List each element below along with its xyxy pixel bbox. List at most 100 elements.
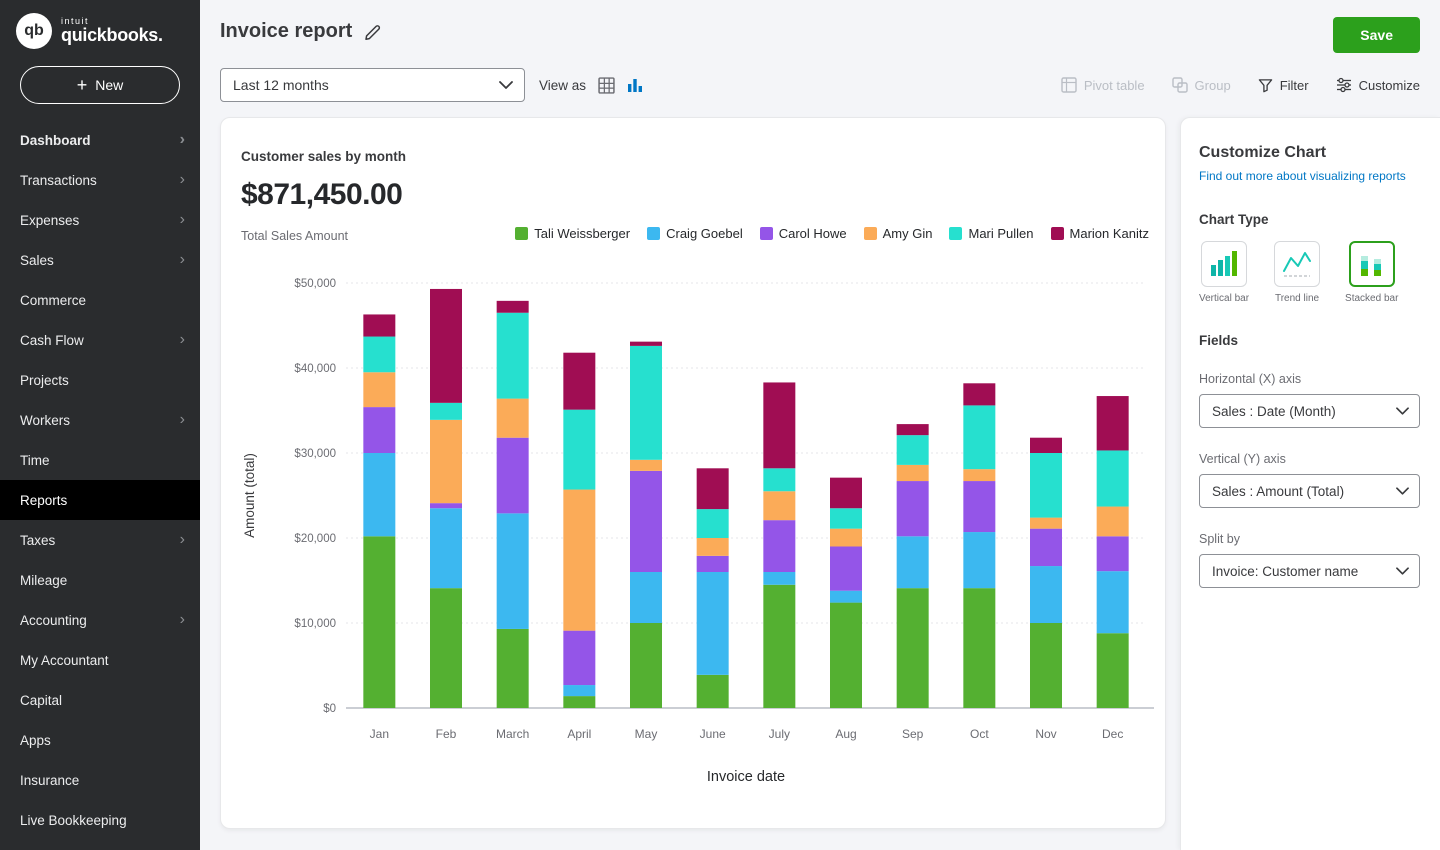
bar-segment: [697, 675, 729, 708]
bar-segment: [1097, 536, 1129, 571]
bar-segment: [430, 503, 462, 508]
bar-segment: [1097, 396, 1129, 450]
sidebar-item-label: Dashboard: [20, 133, 91, 148]
legend-swatch: [864, 227, 877, 240]
sidebar-item-capital[interactable]: Capital: [0, 680, 200, 720]
bar-segment: [897, 424, 929, 435]
svg-text:$0: $0: [323, 703, 336, 715]
filter-label: Filter: [1280, 78, 1309, 93]
period-select[interactable]: Last 12 months: [220, 68, 525, 102]
bar-segment: [697, 572, 729, 675]
sidebar-item-expenses[interactable]: Expenses›: [0, 200, 200, 240]
sidebar-item-mileage[interactable]: Mileage: [0, 560, 200, 600]
bar-segment: [897, 481, 929, 536]
sidebar-item-accounting[interactable]: Accounting›: [0, 600, 200, 640]
sidebar-item-reports[interactable]: Reports: [0, 480, 200, 520]
svg-text:$10,000: $10,000: [294, 618, 336, 630]
bar-segment: [830, 603, 862, 708]
chart-type-vertical-bar[interactable]: Vertical bar: [1199, 241, 1249, 304]
split-by-select[interactable]: Invoice: Customer name: [1199, 554, 1420, 588]
visualizing-reports-link[interactable]: Find out more about visualizing reports: [1199, 169, 1420, 183]
sidebar-item-apps[interactable]: Apps: [0, 720, 200, 760]
chart-view-icon[interactable]: [627, 77, 643, 93]
legend-item: Craig Goebel: [647, 226, 743, 241]
customize-label: Customize: [1359, 78, 1420, 93]
edit-title-icon[interactable]: [363, 23, 382, 42]
bar-segment: [563, 353, 595, 410]
svg-text:Jan: Jan: [370, 727, 389, 741]
svg-text:Feb: Feb: [436, 727, 457, 741]
sidebar-item-label: Mileage: [20, 573, 67, 588]
sidebar-item-cash-flow[interactable]: Cash Flow›: [0, 320, 200, 360]
customize-button[interactable]: Customize: [1336, 77, 1420, 93]
customer-sales-chart: $0$10,000$20,000$30,000$40,000$50,000Jan…: [221, 258, 1167, 818]
chevron-down-icon: [499, 81, 513, 89]
svg-text:Nov: Nov: [1035, 727, 1056, 741]
x-axis-select[interactable]: Sales : Date (Month): [1199, 394, 1420, 428]
bar-segment: [763, 520, 795, 572]
sidebar-item-commerce[interactable]: Commerce: [0, 280, 200, 320]
sidebar-item-label: Time: [20, 453, 50, 468]
sidebar-item-dashboard[interactable]: Dashboard›: [0, 120, 200, 160]
total-sales-amount: $871,450.00: [241, 178, 402, 212]
legend-swatch: [760, 227, 773, 240]
filter-button[interactable]: Filter: [1258, 78, 1309, 93]
bar-segment: [563, 696, 595, 708]
sidebar-item-projects[interactable]: Projects: [0, 360, 200, 400]
bar-segment: [563, 410, 595, 490]
legend-swatch: [515, 227, 528, 240]
group-button: Group: [1172, 77, 1231, 93]
total-sales-label: Total Sales Amount: [241, 229, 348, 243]
chevron-right-icon: ›: [180, 172, 185, 188]
bar-segment: [630, 623, 662, 708]
svg-text:Dec: Dec: [1102, 727, 1123, 741]
sidebar-item-insurance[interactable]: Insurance: [0, 760, 200, 800]
svg-text:Sep: Sep: [902, 727, 924, 741]
legend-item: Marion Kanitz: [1051, 226, 1149, 241]
bar-segment: [1030, 438, 1062, 453]
bar-segment: [1030, 566, 1062, 623]
bar-segment: [563, 631, 595, 685]
sidebar-item-transactions[interactable]: Transactions›: [0, 160, 200, 200]
sidebar-item-my-accountant[interactable]: My Accountant: [0, 640, 200, 680]
sidebar-item-workers[interactable]: Workers›: [0, 400, 200, 440]
chart-card: Customer sales by month $871,450.00 Tota…: [220, 117, 1166, 829]
bar-segment: [497, 301, 529, 313]
vertical-bar-icon: [1201, 241, 1247, 287]
legend-swatch: [647, 227, 660, 240]
pivot-table-label: Pivot table: [1084, 78, 1145, 93]
bar-segment: [497, 313, 529, 399]
sidebar-item-taxes[interactable]: Taxes›: [0, 520, 200, 560]
bar-segment: [763, 585, 795, 708]
new-button[interactable]: + New: [20, 66, 180, 104]
chart-type-trend-line[interactable]: Trend line: [1274, 241, 1320, 304]
legend-item: Carol Howe: [760, 226, 847, 241]
sidebar-item-label: Accounting: [20, 613, 87, 628]
qb-logo-icon: qb: [16, 13, 52, 49]
sidebar-item-time[interactable]: Time: [0, 440, 200, 480]
sidebar-item-label: Projects: [20, 373, 69, 388]
chart-type-stacked-bar[interactable]: Stacked bar: [1345, 241, 1398, 304]
bar-segment: [763, 382, 795, 468]
group-icon: [1172, 77, 1188, 93]
y-axis-field-label: Vertical (Y) axis: [1199, 452, 1420, 466]
new-button-label: New: [95, 77, 123, 93]
bar-segment: [763, 468, 795, 491]
split-by-field-label: Split by: [1199, 532, 1420, 546]
sidebar-item-live-bookkeeping[interactable]: Live Bookkeeping: [0, 800, 200, 840]
save-button[interactable]: Save: [1333, 17, 1420, 53]
chart-card-title: Customer sales by month: [241, 149, 406, 164]
filter-icon: [1258, 78, 1273, 93]
table-view-icon[interactable]: [598, 77, 615, 94]
svg-text:$20,000: $20,000: [294, 533, 336, 545]
chart-type-label: Vertical bar: [1199, 293, 1249, 304]
sidebar-item-sales[interactable]: Sales›: [0, 240, 200, 280]
bar-segment: [897, 536, 929, 588]
bar-segment: [897, 465, 929, 481]
bar-segment: [1030, 453, 1062, 518]
bar-segment: [363, 314, 395, 336]
pivot-table-button: Pivot table: [1061, 77, 1145, 93]
pivot-table-icon: [1061, 77, 1077, 93]
y-axis-select[interactable]: Sales : Amount (Total): [1199, 474, 1420, 508]
sidebar-item-label: Cash Flow: [20, 333, 84, 348]
